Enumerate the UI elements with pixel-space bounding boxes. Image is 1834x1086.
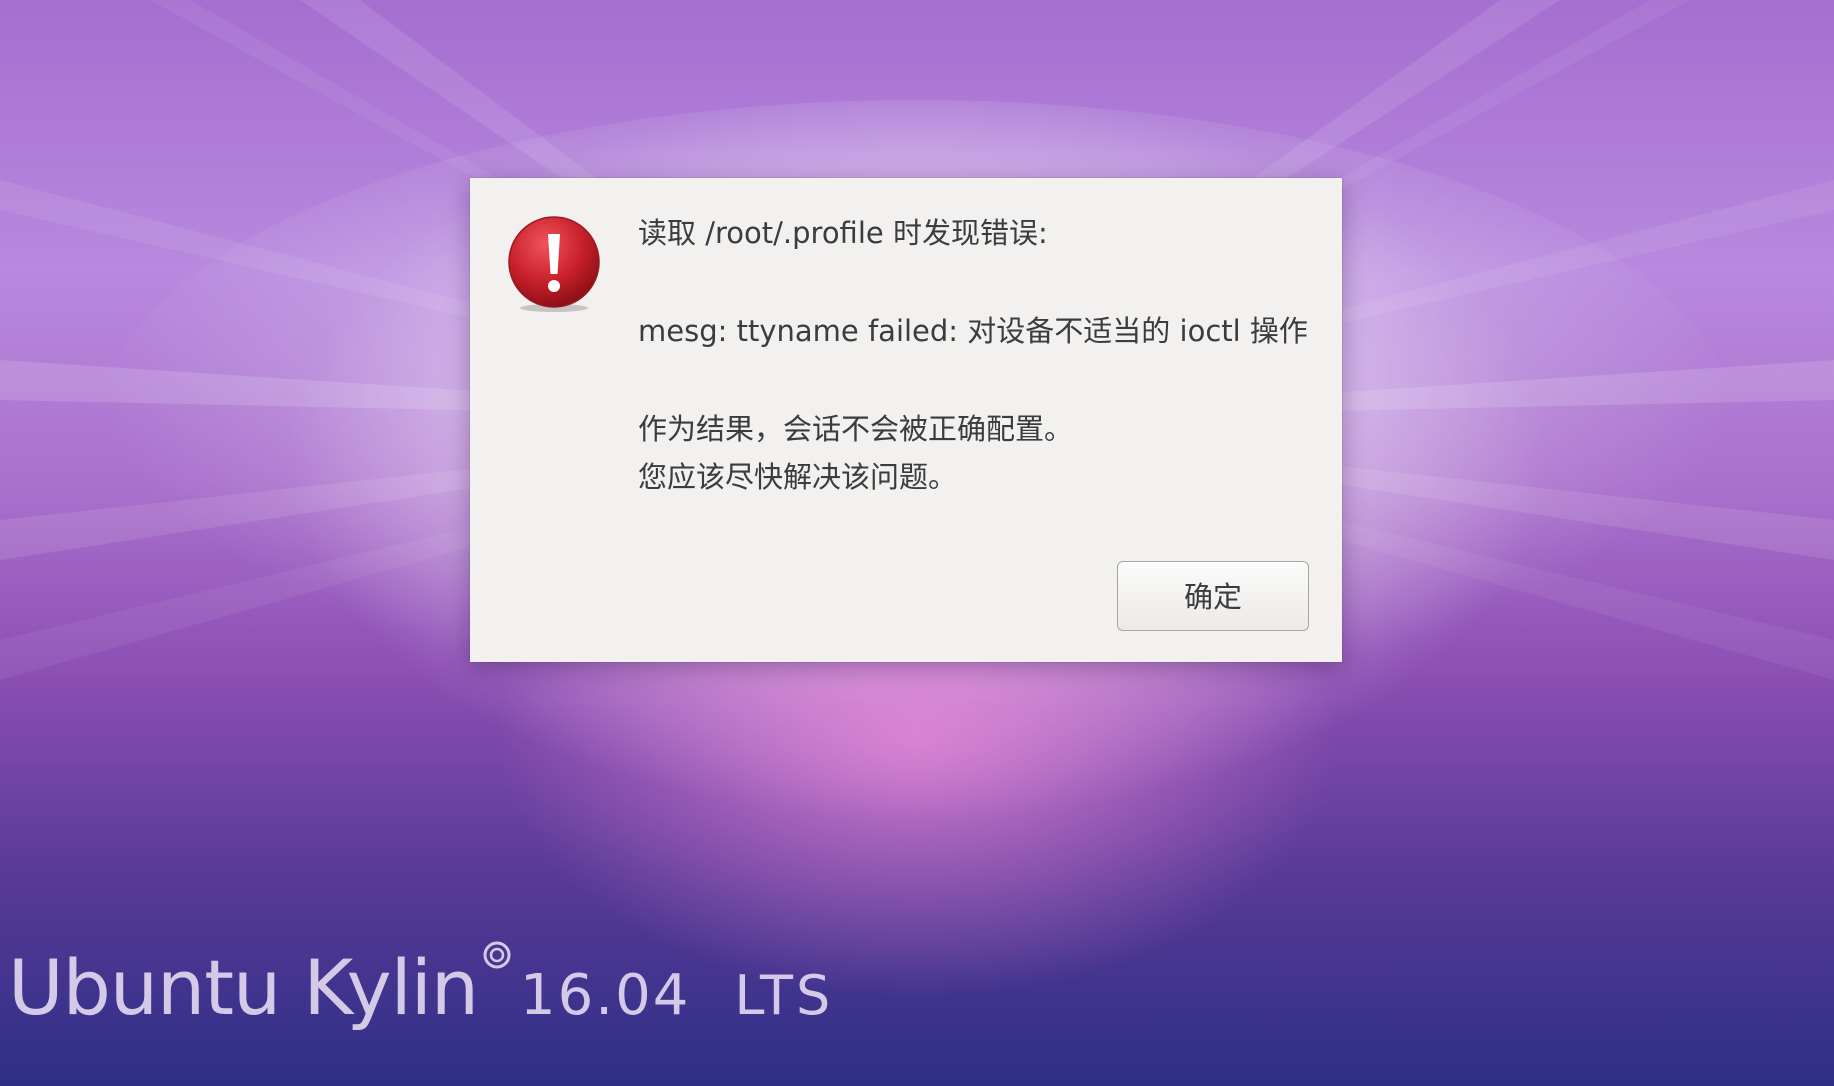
error-heading: 读取 /root/.profile 时发现错误:: [638, 216, 1048, 250]
distro-branding: Ubuntu Kylin 16.04 LTS: [8, 940, 834, 1032]
ok-button[interactable]: 确定: [1117, 561, 1309, 631]
error-dialog: 读取 /root/.profile 时发现错误: mesg: ttyname f…: [470, 178, 1342, 662]
consequence-text: 作为结果，会话不会被正确配置。: [638, 412, 1074, 446]
brand-edition: LTS: [734, 964, 834, 1027]
error-message: 读取 /root/.profile 时发现错误: mesg: ttyname f…: [638, 208, 1328, 502]
error-detail: mesg: ttyname failed: 对设备不适当的 ioctl 操作: [638, 314, 1308, 348]
error-exclamation-icon: [508, 216, 600, 312]
brand-version: 16.04: [520, 963, 691, 1028]
advice-text: 您应该尽快解决该问题。: [638, 460, 958, 494]
registered-mark-icon: [483, 941, 511, 969]
brand-name: Ubuntu Kylin: [8, 943, 479, 1032]
